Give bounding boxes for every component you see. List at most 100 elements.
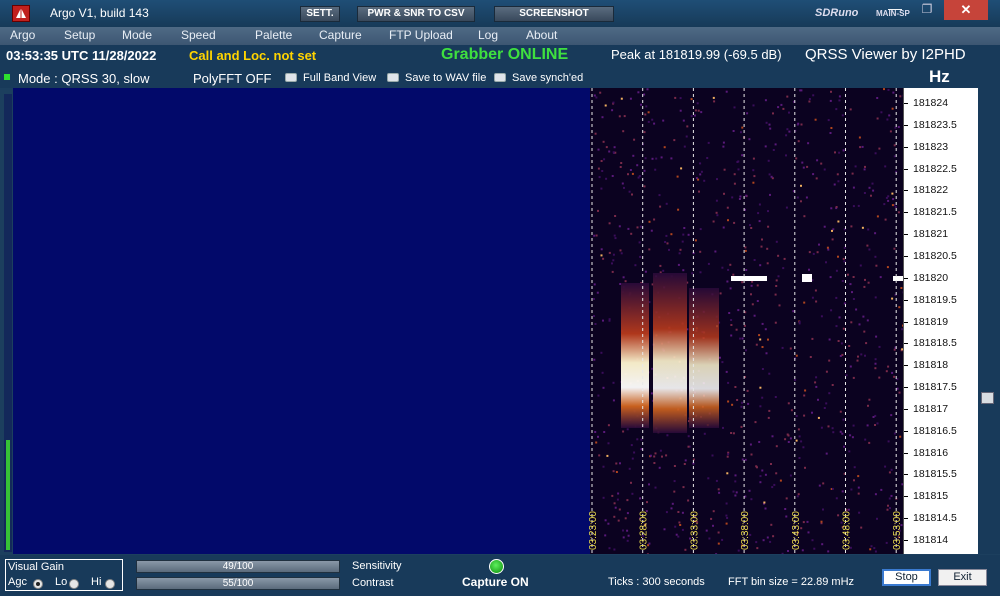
noise-speck — [682, 269, 685, 272]
noise-speck — [731, 196, 734, 199]
noise-speck — [758, 203, 761, 206]
contrast-slider[interactable]: 55/100 — [136, 577, 340, 590]
noise-speck — [723, 192, 725, 195]
menu-setup[interactable]: Setup — [64, 28, 95, 42]
noise-speck — [832, 431, 835, 434]
noise-speck — [771, 435, 774, 438]
noise-speck — [748, 489, 751, 492]
noise-speck — [715, 479, 718, 482]
hi-radio[interactable] — [105, 579, 115, 589]
scroll-thumb[interactable] — [981, 392, 994, 404]
noise-speck — [864, 278, 866, 281]
save-wav-label[interactable]: Save to WAV file — [405, 72, 486, 84]
menu-mode[interactable]: Mode — [122, 28, 152, 42]
noise-speck — [722, 145, 725, 148]
noise-speck — [872, 416, 875, 418]
lo-radio[interactable] — [69, 579, 79, 589]
minimize-icon[interactable]: — — [880, 0, 910, 20]
screenshot-button[interactable]: SCREENSHOT — [494, 6, 614, 22]
menu-capture[interactable]: Capture — [319, 28, 362, 42]
noise-speck — [758, 441, 761, 443]
noise-speck — [774, 396, 777, 398]
noise-speck — [785, 515, 788, 518]
noise-speck — [857, 492, 860, 495]
noise-speck — [660, 156, 663, 159]
frequency-tick — [904, 190, 908, 192]
capture-led-icon[interactable] — [489, 559, 504, 574]
menu-palette[interactable]: Palette — [255, 28, 292, 42]
sensitivity-slider[interactable]: 49/100 — [136, 560, 340, 573]
noise-speck — [687, 445, 690, 448]
maximize-icon[interactable]: ❐ — [912, 0, 942, 20]
noise-speck — [733, 221, 736, 224]
noise-speck — [870, 545, 873, 548]
noise-speck — [659, 205, 662, 208]
noise-speck — [741, 337, 744, 340]
exit-button[interactable]: Exit — [938, 569, 987, 586]
waterfall-canvas: 03:23:00 03:28:00 03:33:00 03:38:00 03:43:00… — [588, 88, 906, 556]
noise-speck — [759, 338, 762, 341]
noise-speck — [850, 488, 853, 491]
noise-speck — [745, 349, 747, 352]
noise-speck — [787, 550, 789, 552]
noise-speck — [841, 353, 844, 356]
ticks-label: Ticks : 300 seconds — [608, 576, 705, 588]
noise-speck — [608, 251, 611, 254]
noise-speck — [887, 365, 890, 368]
right-scroll-track[interactable] — [978, 88, 1000, 554]
save-wav-checkbox[interactable] — [387, 73, 399, 82]
noise-speck — [851, 436, 854, 439]
noise-speck — [713, 100, 716, 103]
full-band-view-checkbox[interactable] — [285, 73, 297, 82]
noise-speck — [760, 245, 763, 248]
save-synched-checkbox[interactable] — [494, 73, 506, 82]
frequency-tick — [904, 321, 908, 323]
stop-button[interactable]: Stop — [882, 569, 931, 586]
noise-speck — [756, 300, 759, 302]
noise-speck — [630, 481, 632, 484]
noise-speck — [606, 454, 609, 457]
app-logo-icon[interactable] — [12, 5, 30, 22]
noise-speck — [662, 119, 665, 122]
menu-speed[interactable]: Speed — [181, 28, 216, 42]
noise-speck — [753, 175, 756, 178]
noise-speck — [837, 340, 840, 342]
noise-speck — [608, 547, 611, 550]
noise-speck — [601, 371, 604, 374]
agc-radio[interactable] — [33, 579, 43, 589]
visual-gain-group: Visual Gain Agc Lo Hi — [5, 559, 123, 591]
noise-speck — [812, 252, 815, 255]
noise-speck — [831, 229, 833, 232]
pwr-snr-csv-button[interactable]: PWR & SNR TO CSV — [357, 6, 475, 22]
noise-speck — [777, 254, 780, 257]
noise-speck — [643, 169, 646, 172]
noise-speck — [893, 144, 896, 147]
noise-speck — [651, 118, 654, 121]
menu-about[interactable]: About — [526, 28, 557, 42]
polyfft-toggle[interactable]: PolyFFT OFF — [193, 71, 271, 86]
menu-argo[interactable]: Argo — [10, 28, 35, 42]
noise-speck — [664, 241, 667, 243]
noise-speck — [614, 237, 617, 240]
menu-ftp-upload[interactable]: FTP Upload — [389, 28, 453, 42]
noise-speck — [594, 323, 597, 325]
noise-speck — [858, 323, 861, 326]
noise-speck — [759, 475, 762, 478]
visual-gain-label: Visual Gain — [8, 561, 65, 573]
noise-speck — [891, 192, 894, 195]
noise-speck — [665, 511, 668, 514]
close-icon[interactable]: ✕ — [944, 0, 988, 20]
full-band-view-label[interactable]: Full Band View — [303, 72, 376, 84]
noise-speck — [829, 276, 832, 279]
noise-speck — [722, 226, 725, 229]
save-synched-label[interactable]: Save synch'ed — [512, 72, 583, 84]
noise-speck — [874, 550, 877, 553]
noise-speck — [887, 88, 890, 91]
noise-speck — [827, 119, 830, 122]
noise-speck — [653, 122, 656, 125]
noise-speck — [596, 291, 599, 294]
noise-speck — [726, 280, 729, 283]
waterfall-display[interactable]: 03:23:00 03:28:00 03:33:00 03:38:00 03:43:00… — [13, 88, 906, 556]
sett-button[interactable]: SETT. — [300, 6, 340, 22]
menu-log[interactable]: Log — [478, 28, 498, 42]
